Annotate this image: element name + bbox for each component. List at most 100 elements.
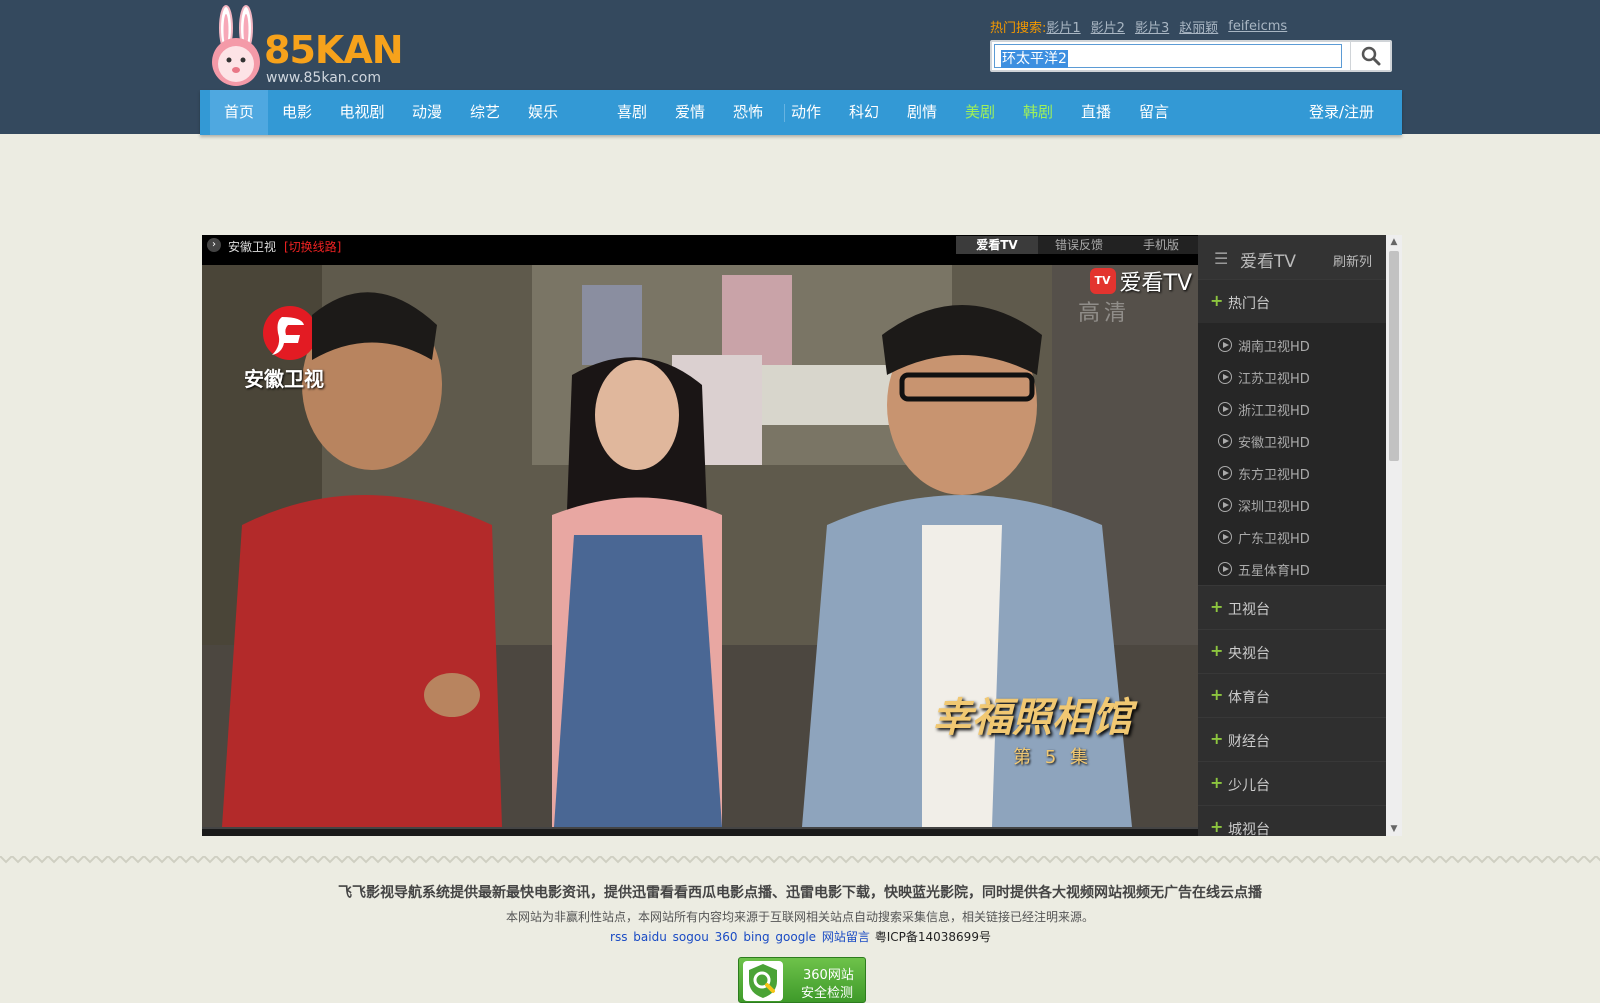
hot-search-label: 热门搜索: — [990, 21, 1047, 36]
channel-item[interactable]: 安徽卫视HD — [1218, 431, 1310, 451]
channel-group-hot[interactable]: + 热门台 — [1198, 279, 1386, 323]
scroll-down-icon[interactable]: ▼ — [1386, 822, 1402, 836]
site-logo[interactable]: 85KAN www.85kan.com — [208, 4, 404, 88]
security-badge[interactable]: 360网站 安全检测 — [738, 957, 866, 1003]
station-logo-icon — [242, 303, 317, 369]
search-button[interactable] — [1350, 42, 1390, 70]
channel-item[interactable]: 浙江卫视HD — [1218, 399, 1310, 419]
channel-group-finance[interactable]: + 财经台 — [1198, 717, 1386, 761]
channel-group-sports[interactable]: + 体育台 — [1198, 673, 1386, 717]
footer-link-bing[interactable]: bing — [743, 930, 769, 944]
hot-search-link[interactable]: feifeicms — [1228, 19, 1287, 34]
logo-url: www.85kan.com — [266, 70, 381, 86]
tab-aikan-tv[interactable]: 爱看TV — [956, 236, 1038, 254]
nav-item-entertainment[interactable]: 娱乐 — [514, 90, 572, 135]
switch-line-link[interactable]: [切换线路] — [284, 238, 341, 255]
sidebar-scrollbar[interactable]: ▲ ▼ — [1386, 235, 1402, 836]
channel-group-satellite[interactable]: + 卫视台 — [1198, 585, 1386, 629]
hot-search-link[interactable]: 影片2 — [1091, 17, 1125, 36]
channel-item-label: 浙江卫视HD — [1238, 403, 1310, 419]
play-icon — [1218, 370, 1232, 384]
nav-item-scifi[interactable]: 科幻 — [835, 90, 893, 135]
channel-group-label: 卫视台 — [1228, 602, 1270, 618]
nav-item-drama[interactable]: 剧情 — [893, 90, 951, 135]
nav-item-us-drama[interactable]: 美剧 — [951, 90, 1009, 135]
station-logo-text: 安徽卫视 — [244, 367, 324, 391]
footer-link-rss[interactable]: rss — [610, 930, 627, 944]
sidebar-title: 爱看TV — [1240, 252, 1297, 272]
channel-group-cctv[interactable]: + 央视台 — [1198, 629, 1386, 673]
search-box: 环太平洋2 — [990, 40, 1392, 72]
channel-item[interactable]: 广东卫视HD — [1218, 527, 1310, 547]
nav-item-kr-drama[interactable]: 韩剧 — [1009, 90, 1067, 135]
footer-divider — [0, 856, 1600, 866]
channel-group-city[interactable]: + 城视台 — [1198, 805, 1386, 836]
tv-icon: TV — [1089, 268, 1116, 294]
watermark-text: 爱看TV — [1119, 271, 1193, 296]
tab-mobile[interactable]: 手机版 — [1120, 236, 1202, 254]
footer-description: 飞飞影视导航系统提供最新最快电影资讯，提供迅雷看看西瓜电影点播、迅雷电影下载，快… — [338, 885, 1262, 901]
video-frame[interactable]: 安徽卫视 TV 爱看TV 高清 幸福照相馆 第 5 集 — [202, 265, 1198, 827]
search-icon — [1361, 46, 1380, 66]
nav-item-movie[interactable]: 电影 — [268, 90, 326, 135]
scroll-up-icon[interactable]: ▲ — [1386, 235, 1402, 249]
nav-item-horror[interactable]: 恐怖 — [719, 90, 777, 135]
play-icon — [1218, 338, 1232, 352]
channel-item-label: 安徽卫视HD — [1238, 435, 1310, 451]
channel-group-label: 央视台 — [1228, 646, 1270, 662]
show-episode: 第 5 集 — [1013, 747, 1092, 768]
nav-item-romance[interactable]: 爱情 — [661, 90, 719, 135]
footer-link-baidu[interactable]: baidu — [633, 930, 667, 944]
plus-icon: + — [1210, 685, 1224, 704]
hot-search-link[interactable]: 赵丽颖 — [1179, 17, 1218, 36]
hot-search-link[interactable]: 影片3 — [1135, 17, 1169, 36]
channel-group-label: 体育台 — [1228, 690, 1270, 706]
footer-link-message[interactable]: 网站留言 — [822, 930, 870, 944]
plus-icon: + — [1210, 729, 1224, 748]
nav-item-home[interactable]: 首页 — [210, 90, 268, 135]
nav-item-message[interactable]: 留言 — [1125, 90, 1183, 135]
watermark-logo: TV 爱看TV — [1089, 265, 1193, 297]
badge-line-1: 360网站 — [803, 968, 854, 983]
refresh-list-button[interactable]: 刷新列 — [1333, 251, 1372, 270]
tab-error-feedback[interactable]: 错误反馈 — [1038, 236, 1120, 254]
search-input-value: 环太平洋2 — [1001, 50, 1068, 68]
search-input[interactable]: 环太平洋2 — [994, 44, 1342, 68]
footer-link-360[interactable]: 360 — [715, 930, 738, 944]
play-icon — [1218, 402, 1232, 416]
play-icon — [1218, 530, 1232, 544]
plus-icon: + — [1210, 817, 1224, 836]
nav-item-tv[interactable]: 电视剧 — [326, 90, 398, 135]
login-register-link[interactable]: 登录/注册 — [1309, 90, 1374, 135]
channel-group-label: 少儿台 — [1228, 778, 1270, 794]
watermark-hd: 高清 — [1077, 301, 1130, 326]
channel-group-label: 财经台 — [1228, 734, 1270, 750]
rabbit-logo-icon — [212, 5, 260, 86]
channel-item[interactable]: 深圳卫视HD — [1218, 495, 1310, 515]
footer-link-google[interactable]: google — [775, 930, 816, 944]
badge-line-2: 安全检测 — [801, 986, 854, 1001]
footer-link-sogou[interactable]: sogou — [673, 930, 709, 944]
channel-item-label: 深圳卫视HD — [1238, 499, 1310, 515]
channel-item-label: 湖南卫视HD — [1238, 339, 1310, 355]
channel-group-label: 城视台 — [1228, 822, 1270, 836]
nav-item-live[interactable]: 直播 — [1067, 90, 1125, 135]
video-progress-bar[interactable] — [202, 827, 1198, 836]
channel-sidebar: ☰ 爱看TV 刷新列 + 热门台 湖南卫视HD 江苏卫视HD 浙江卫视HD 安徽… — [1198, 235, 1386, 836]
scrollbar-thumb[interactable] — [1389, 251, 1399, 461]
nav-item-comedy[interactable]: 喜剧 — [603, 90, 661, 135]
hot-search-link[interactable]: 影片1 — [1046, 17, 1080, 36]
current-channel: 安徽卫视 — [228, 240, 277, 254]
channel-group-kids[interactable]: + 少儿台 — [1198, 761, 1386, 805]
show-title: 幸福照相馆 — [932, 694, 1132, 741]
nav-item-action[interactable]: 动作 — [777, 90, 835, 135]
nav-item-variety[interactable]: 综艺 — [456, 90, 514, 135]
hot-search: 热门搜索: 影片1 影片2 影片3 赵丽颖 feifeicms — [990, 17, 1287, 36]
channel-item[interactable]: 五星体育HD — [1218, 559, 1310, 579]
channel-item[interactable]: 湖南卫视HD — [1218, 335, 1310, 355]
main-nav: 首页 电影 电视剧 动漫 综艺 娱乐 喜剧 爱情 恐怖 动作 科幻 剧情 美剧 … — [200, 90, 1402, 135]
chevron-right-icon[interactable]: › — [207, 238, 221, 252]
channel-item[interactable]: 东方卫视HD — [1218, 463, 1310, 483]
nav-item-anime[interactable]: 动漫 — [398, 90, 456, 135]
channel-item[interactable]: 江苏卫视HD — [1218, 367, 1310, 387]
